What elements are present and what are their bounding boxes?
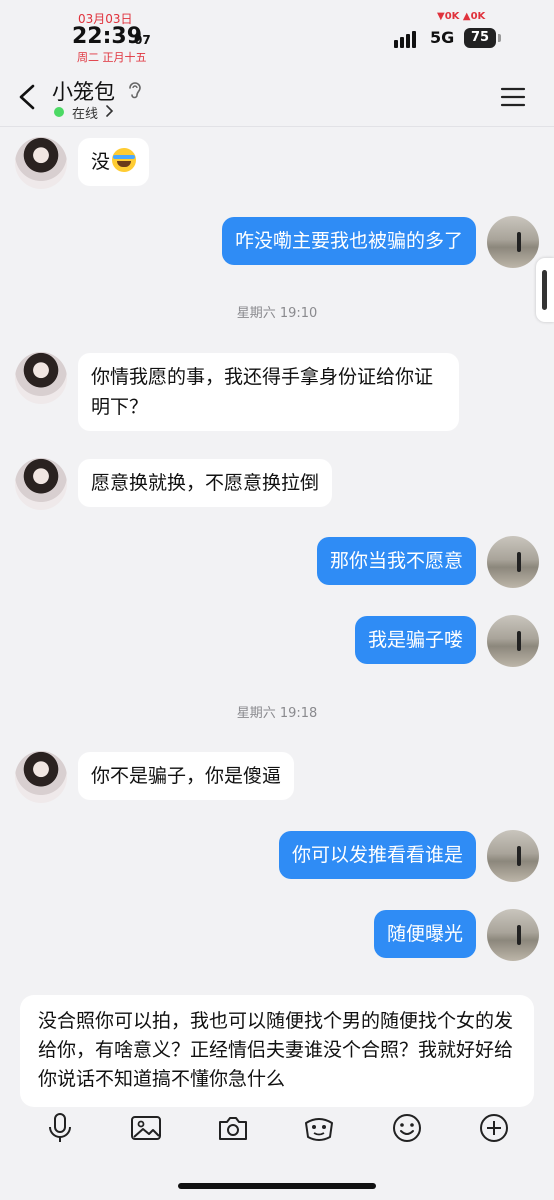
my-avatar[interactable] — [487, 830, 539, 882]
contact-avatar[interactable] — [15, 352, 67, 404]
message-outgoing[interactable]: 你可以发推看看谁是 — [278, 831, 476, 879]
timestamp: 星期六 19:10 — [236, 306, 318, 321]
message-input[interactable]: 没合照你可以拍，我也可以随便找个男的随便找个女的发给你，有啥意义？正经情侣夫妻谁… — [20, 995, 534, 1107]
message-incoming[interactable]: 没 — [78, 138, 150, 186]
message-incoming[interactable]: 你情我愿的事，我还得手拿身份证给你证明下？ — [78, 353, 459, 431]
message-incoming[interactable]: 愿意换就换，不愿意换拉倒 — [78, 459, 333, 507]
status-seconds: 07 — [134, 33, 151, 47]
online-indicator — [54, 107, 64, 117]
status-time: 22:39 — [72, 24, 143, 49]
my-avatar[interactable] — [487, 216, 539, 268]
status-bar: 03月03日 22:39 07 周二 正月十五 ▼0K ▲0K 5G 75 — [0, 0, 554, 70]
message-outgoing[interactable]: 随便曝光 — [373, 910, 476, 958]
net-speed: ▼0K ▲0K — [437, 11, 486, 22]
camera-icon[interactable] — [216, 1111, 250, 1145]
menu-icon[interactable] — [500, 86, 526, 108]
my-avatar[interactable] — [487, 536, 539, 588]
chat-header: 小笼包 在线 — [0, 70, 554, 127]
image-icon[interactable] — [129, 1111, 163, 1145]
my-avatar[interactable] — [487, 909, 539, 961]
status-lunar-date: 周二 正月十五 — [77, 51, 147, 64]
composer: 没合照你可以拍，我也可以随便找个男的随便找个女的发给你，有啥意义？正经情侣夫妻谁… — [0, 985, 554, 1200]
composer-toolbar — [0, 1107, 554, 1157]
presence-status[interactable]: 在线 — [72, 103, 98, 122]
scroll-handle[interactable] — [536, 258, 554, 322]
timestamp: 星期六 19:18 — [236, 706, 318, 721]
message-list[interactable]: 没 咋没嘞主要我也被骗的多了 星期六 19:10 你情我愿的事，我还得手拿身份证… — [0, 127, 554, 985]
microphone-icon[interactable] — [43, 1111, 77, 1145]
tears-of-joy-emoji-icon — [112, 148, 137, 172]
network-type: 5G — [430, 28, 455, 47]
emoji-icon[interactable] — [390, 1111, 424, 1145]
contact-avatar[interactable] — [15, 458, 67, 510]
contact-avatar[interactable] — [15, 751, 67, 803]
message-outgoing[interactable]: 我是骗子喽 — [354, 616, 476, 664]
message-text: 没 — [91, 151, 111, 173]
contact-name[interactable]: 小笼包 — [52, 76, 115, 106]
contact-avatar[interactable] — [15, 137, 67, 189]
battery-icon: 75 — [464, 28, 501, 48]
ear-icon[interactable] — [126, 80, 144, 100]
back-arrow-icon[interactable] — [14, 82, 42, 112]
plus-icon[interactable] — [477, 1111, 511, 1145]
signal-icon — [394, 30, 422, 48]
my-avatar[interactable] — [487, 615, 539, 667]
home-indicator[interactable] — [178, 1183, 376, 1189]
message-outgoing[interactable]: 咋没嘞主要我也被骗的多了 — [221, 217, 476, 265]
message-outgoing[interactable]: 那你当我不愿意 — [316, 537, 476, 585]
red-packet-icon[interactable] — [302, 1111, 336, 1145]
chevron-right-icon[interactable] — [104, 105, 114, 117]
message-incoming[interactable]: 你不是骗子，你是傻逼 — [78, 752, 295, 800]
